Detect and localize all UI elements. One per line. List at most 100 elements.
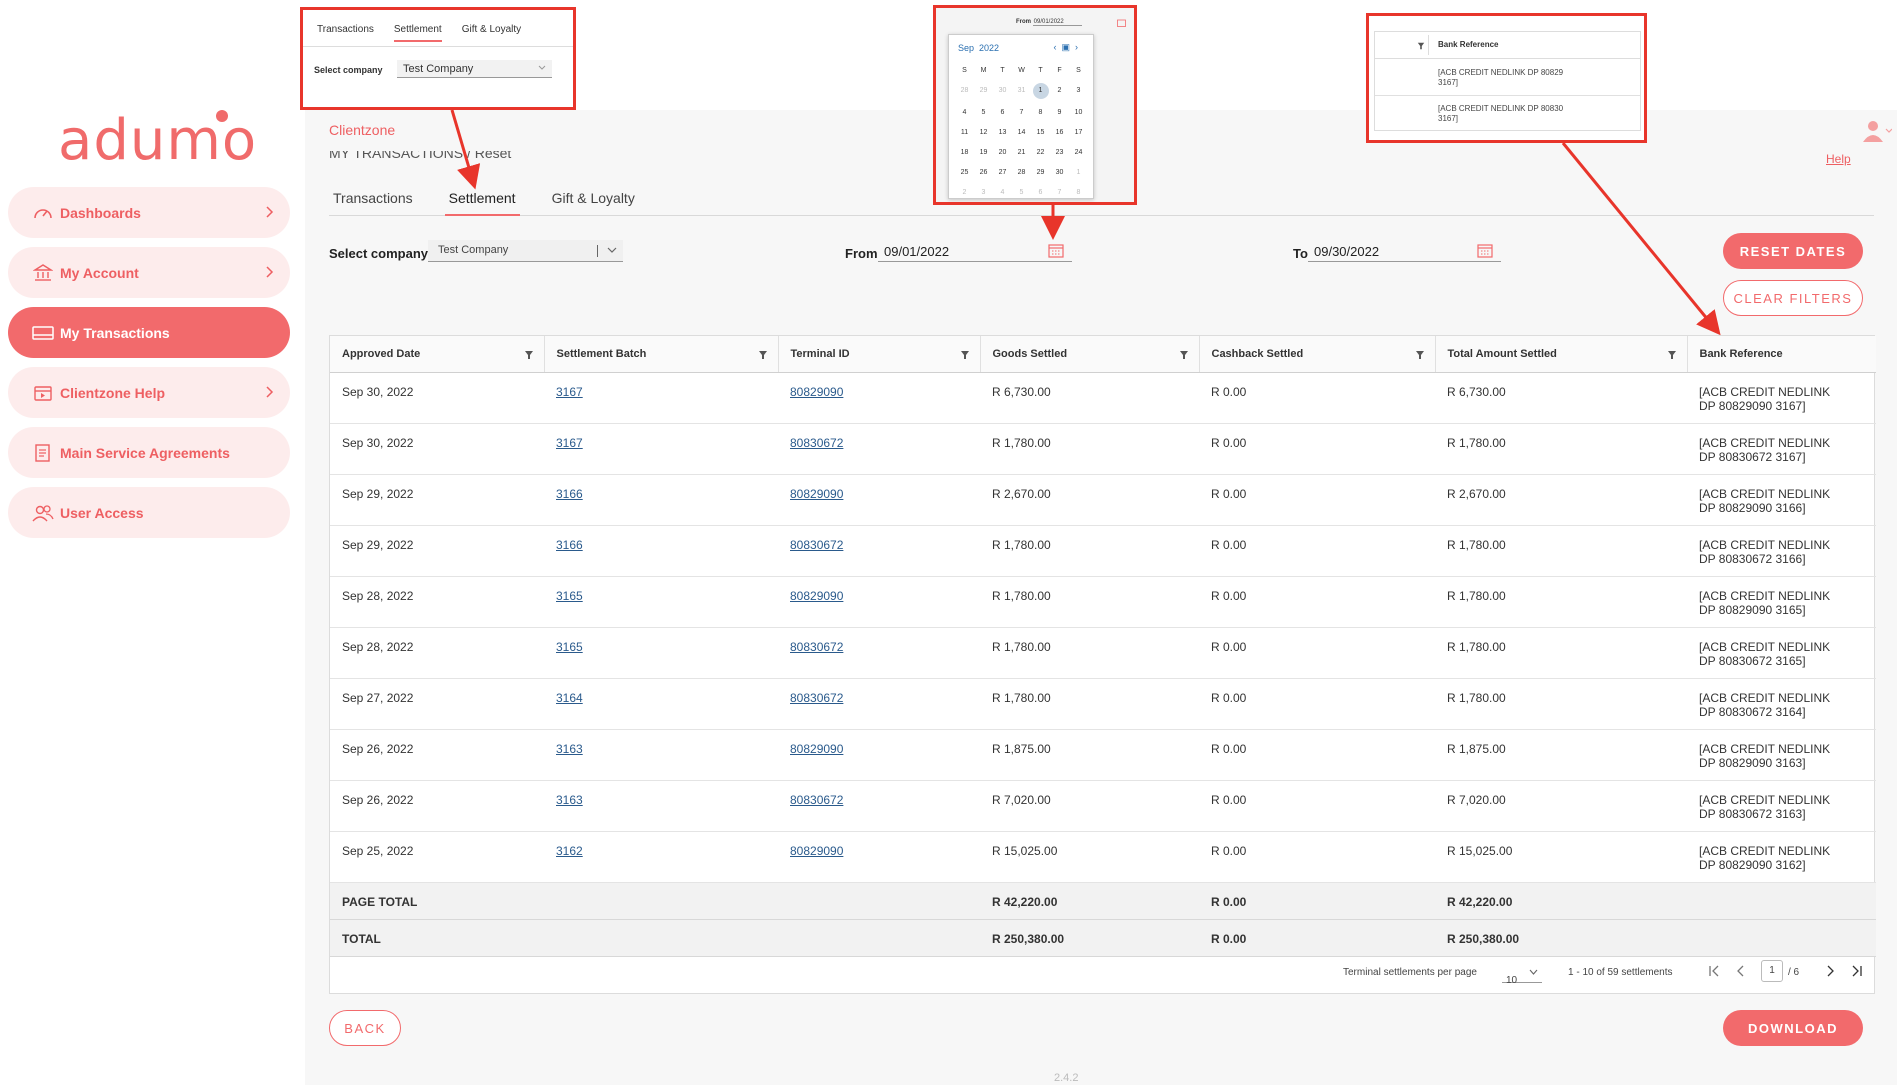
sidebar-item-my-transactions[interactable]: My Transactions <box>8 307 290 358</box>
calendar-day[interactable]: 23 <box>1050 147 1069 159</box>
current-page-input[interactable]: 1 <box>1761 960 1783 982</box>
filter-icon[interactable] <box>758 350 768 360</box>
calendar-day[interactable]: 2 <box>955 187 974 199</box>
terminal-id-link[interactable]: 80829090 <box>790 487 843 501</box>
calendar-day[interactable]: 5 <box>1012 187 1031 199</box>
calendar-day[interactable]: 24 <box>1069 147 1088 159</box>
company-select[interactable]: Test Company <box>428 240 623 262</box>
column-header[interactable]: Cashback Settled <box>1199 336 1436 373</box>
column-header[interactable]: Terminal ID <box>778 336 981 373</box>
calendar-day[interactable]: 27 <box>993 167 1012 179</box>
next-page-icon[interactable] <box>1825 964 1835 978</box>
calendar-day[interactable]: 10 <box>1069 107 1088 119</box>
calendar-day[interactable]: 29 <box>974 85 993 97</box>
calendar-day-selected[interactable]: 1 <box>1032 83 1049 99</box>
user-avatar-icon[interactable] <box>1862 120 1893 147</box>
from-date-input[interactable]: 09/01/2022 <box>878 240 1072 262</box>
calendar-day[interactable]: 14 <box>1012 127 1031 139</box>
calendar-day[interactable]: 21 <box>1012 147 1031 159</box>
help-link[interactable]: Help <box>1826 152 1851 166</box>
calendar-day[interactable]: 13 <box>993 127 1012 139</box>
per-page-select[interactable]: 10 <box>1502 961 1542 986</box>
download-button[interactable]: DOWNLOAD <box>1723 1010 1863 1046</box>
calendar-day[interactable]: 8 <box>1031 107 1050 119</box>
calendar-day[interactable]: 29 <box>1031 167 1050 179</box>
calendar-day[interactable]: 17 <box>1069 127 1088 139</box>
clear-filters-button[interactable]: CLEAR FILTERS <box>1723 280 1863 316</box>
calendar-day[interactable]: 15 <box>1031 127 1050 139</box>
calendar-day[interactable]: 3 <box>974 187 993 199</box>
settlement-batch-link[interactable]: 3167 <box>556 385 583 399</box>
calendar-day[interactable]: 1 <box>1069 167 1088 179</box>
today-icon[interactable]: ▣ <box>1061 42 1075 52</box>
settlement-batch-link[interactable]: 3166 <box>556 487 583 501</box>
settlement-batch-link[interactable]: 3165 <box>556 640 583 654</box>
calendar-day[interactable]: 6 <box>993 107 1012 119</box>
sidebar-item-main-service-agreements[interactable]: Main Service Agreements <box>8 427 290 478</box>
filter-icon[interactable] <box>960 350 970 360</box>
calendar-day[interactable]: 26 <box>974 167 993 179</box>
settlement-batch-link[interactable]: 3163 <box>556 793 583 807</box>
calendar-day[interactable]: 2 <box>1050 85 1069 97</box>
reset-dates-button[interactable]: RESET DATES <box>1723 233 1863 269</box>
calendar-day[interactable]: 28 <box>1012 167 1031 179</box>
column-header[interactable]: Approved Date <box>330 336 545 373</box>
calendar-day[interactable]: 30 <box>993 85 1012 97</box>
terminal-id-link[interactable]: 80830672 <box>790 640 843 654</box>
calendar-day[interactable]: 22 <box>1031 147 1050 159</box>
terminal-id-link[interactable]: 80829090 <box>790 844 843 858</box>
column-header[interactable]: Goods Settled <box>980 336 1200 373</box>
tab-settlement[interactable]: Settlement <box>444 186 520 216</box>
calendar-day[interactable]: 4 <box>993 187 1012 199</box>
terminal-id-link[interactable]: 80830672 <box>790 538 843 552</box>
column-header[interactable]: Settlement Batch <box>544 336 779 373</box>
calendar-day[interactable]: 9 <box>1050 107 1069 119</box>
terminal-id-link[interactable]: 80829090 <box>790 385 843 399</box>
settlement-batch-link[interactable]: 3167 <box>556 436 583 450</box>
calendar-day[interactable]: 11 <box>955 127 974 139</box>
filter-icon[interactable] <box>1415 350 1425 360</box>
sidebar-item-user-access[interactable]: User Access <box>8 487 290 538</box>
sidebar-item-clientzone-help[interactable]: Clientzone Help <box>8 367 290 418</box>
settlement-batch-link[interactable]: 3166 <box>556 538 583 552</box>
tab-gift-loyalty[interactable]: Gift & Loyalty <box>548 186 639 216</box>
to-date-input[interactable]: 09/30/2022 <box>1308 240 1501 262</box>
tab-transactions[interactable]: Transactions <box>329 186 417 216</box>
calendar-day[interactable]: 19 <box>974 147 993 159</box>
filter-icon[interactable] <box>524 350 534 360</box>
calendar-icon[interactable] <box>1477 243 1493 258</box>
calendar-day[interactable]: 3 <box>1069 85 1088 97</box>
terminal-id-link[interactable]: 80830672 <box>790 436 843 450</box>
prev-page-icon[interactable] <box>1736 964 1746 978</box>
calendar-day[interactable]: 7 <box>1012 107 1031 119</box>
calendar-day[interactable]: 6 <box>1031 187 1050 199</box>
sidebar-item-my-account[interactable]: My Account <box>8 247 290 298</box>
settlement-batch-link[interactable]: 3162 <box>556 844 583 858</box>
date-picker-month[interactable]: Sep 2022 <box>958 43 999 53</box>
column-header[interactable]: Bank Reference <box>1687 336 1876 373</box>
calendar-day[interactable]: 5 <box>974 107 993 119</box>
terminal-id-link[interactable]: 80829090 <box>790 589 843 603</box>
calendar-day[interactable]: 20 <box>993 147 1012 159</box>
next-month-icon[interactable]: › <box>1075 42 1083 52</box>
calendar-day[interactable]: 30 <box>1050 167 1069 179</box>
calendar-day[interactable]: 28 <box>955 85 974 97</box>
settlement-batch-link[interactable]: 3164 <box>556 691 583 705</box>
first-page-icon[interactable] <box>1708 964 1720 978</box>
settlement-batch-link[interactable]: 3165 <box>556 589 583 603</box>
calendar-icon[interactable] <box>1048 243 1064 258</box>
calendar-day[interactable]: 16 <box>1050 127 1069 139</box>
filter-icon[interactable] <box>1179 350 1189 360</box>
calendar-day[interactable]: 12 <box>974 127 993 139</box>
terminal-id-link[interactable]: 80829090 <box>790 742 843 756</box>
last-page-icon[interactable] <box>1851 964 1863 978</box>
calendar-day[interactable]: 31 <box>1012 85 1031 97</box>
column-header[interactable]: Total Amount Settled <box>1435 336 1688 373</box>
filter-icon[interactable] <box>1667 350 1677 360</box>
calendar-day[interactable]: 4 <box>955 107 974 119</box>
settlement-batch-link[interactable]: 3163 <box>556 742 583 756</box>
terminal-id-link[interactable]: 80830672 <box>790 793 843 807</box>
calendar-day[interactable]: 7 <box>1050 187 1069 199</box>
calendar-day[interactable]: 18 <box>955 147 974 159</box>
calendar-day[interactable]: 8 <box>1069 187 1088 199</box>
